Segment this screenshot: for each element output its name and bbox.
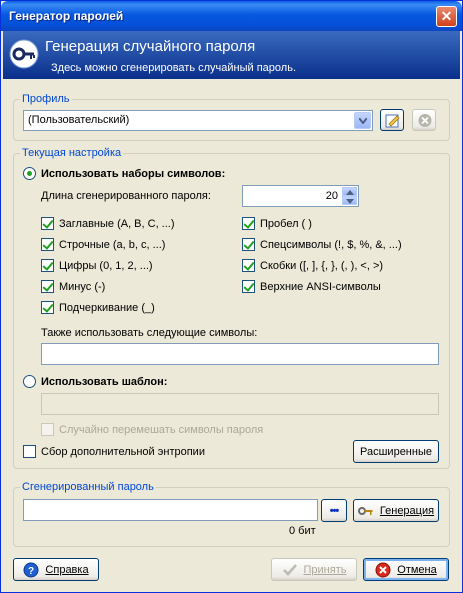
stepper-up-button[interactable] bbox=[342, 187, 357, 196]
generate-button-label: Генерация bbox=[379, 504, 435, 517]
help-button-label: Справка bbox=[45, 563, 89, 576]
checkbox[interactable] bbox=[23, 445, 36, 458]
check-minus[interactable]: Минус (-) bbox=[41, 280, 105, 293]
bits-label: 0 бит bbox=[289, 525, 316, 537]
use-charsets-label: Использовать наборы символов: bbox=[41, 167, 226, 180]
use-pattern-label: Использовать шаблон: bbox=[41, 375, 168, 388]
check-lowercase[interactable]: Строчные (a, b, c, ...) bbox=[41, 238, 165, 251]
svg-text:?: ? bbox=[28, 566, 34, 577]
check-shuffle[interactable]: Случайно перемешать символы пароля bbox=[41, 423, 263, 436]
cancel-icon bbox=[375, 562, 391, 578]
cancel-button-label: Отмена bbox=[397, 563, 437, 576]
space-label: Пробел ( ) bbox=[260, 217, 312, 230]
checkbox[interactable] bbox=[242, 259, 255, 272]
generate-button[interactable]: Генерация bbox=[353, 499, 439, 522]
brackets-label: Скобки ([, ], {, }, (, ), <, >) bbox=[260, 259, 384, 272]
check-space[interactable]: Пробел ( ) bbox=[242, 217, 312, 230]
cancel-button[interactable]: Отмена bbox=[363, 558, 449, 581]
length-label: Длина сгенерированного пароля: bbox=[41, 190, 211, 202]
generated-password-input[interactable] bbox=[23, 499, 318, 521]
checkbox[interactable] bbox=[242, 238, 255, 251]
header-banner: Генерация случайного пароля Здесь можно … bbox=[3, 31, 460, 79]
chevron-down-icon[interactable] bbox=[354, 112, 371, 129]
close-button[interactable]: ✕ bbox=[436, 6, 457, 27]
use-charsets-radio[interactable]: Использовать наборы символов: bbox=[23, 167, 225, 180]
check-entropy[interactable]: Сбор дополнительной энтропии bbox=[23, 445, 205, 458]
help-button[interactable]: ? Справка bbox=[13, 558, 99, 581]
key-icon bbox=[9, 39, 39, 69]
delete-profile-button[interactable] bbox=[412, 109, 436, 131]
checkbox[interactable] bbox=[242, 280, 255, 293]
checkbox[interactable] bbox=[41, 217, 54, 230]
also-use-label: Также использовать следующие символы: bbox=[41, 327, 258, 339]
check-digits[interactable]: Цифры (0, 1, 2, ...) bbox=[41, 259, 153, 272]
radio-unselected[interactable] bbox=[23, 375, 36, 388]
dots-label: ••• bbox=[329, 504, 340, 517]
header-title: Генерация случайного пароля bbox=[45, 38, 256, 55]
password-generator-window: Генератор паролей ✕ Генерация случайного… bbox=[0, 0, 463, 593]
checkbox[interactable] bbox=[41, 238, 54, 251]
profile-legend: Профиль bbox=[22, 93, 70, 105]
shuffle-label: Случайно перемешать символы пароля bbox=[59, 423, 264, 436]
profile-select[interactable]: (Пользовательский) bbox=[23, 110, 373, 131]
pattern-input[interactable] bbox=[41, 393, 439, 415]
digits-label: Цифры (0, 1, 2, ...) bbox=[59, 259, 153, 272]
title-bar[interactable]: Генератор паролей ✕ bbox=[1, 1, 462, 31]
check-uppercase[interactable]: Заглавные (A, B, C, ...) bbox=[41, 217, 175, 230]
entropy-label: Сбор дополнительной энтропии bbox=[41, 445, 205, 458]
checkbox[interactable] bbox=[242, 217, 255, 230]
advanced-button[interactable]: Расширенные bbox=[353, 440, 439, 463]
also-use-input[interactable] bbox=[41, 343, 439, 365]
checkbox[interactable] bbox=[41, 423, 54, 436]
profile-selected-value: (Пользовательский) bbox=[28, 114, 130, 126]
length-value: 20 bbox=[325, 190, 338, 202]
lowercase-label: Строчные (a, b, c, ...) bbox=[59, 238, 166, 251]
window-title: Генератор паролей bbox=[9, 9, 124, 23]
checkbox[interactable] bbox=[41, 259, 54, 272]
check-high-ansi[interactable]: Верхние ANSI-символы bbox=[242, 280, 381, 293]
show-password-button[interactable]: ••• bbox=[321, 499, 347, 522]
stepper-down-button[interactable] bbox=[342, 196, 357, 205]
key-icon bbox=[357, 505, 374, 517]
high-ansi-label: Верхние ANSI-символы bbox=[260, 280, 381, 293]
check-brackets[interactable]: Скобки ([, ], {, }, (, ), <, >) bbox=[242, 259, 383, 272]
help-icon: ? bbox=[23, 562, 39, 578]
header-subtitle: Здесь можно сгенерировать случайный паро… bbox=[51, 62, 296, 74]
minus-label: Минус (-) bbox=[59, 280, 106, 293]
checkbox[interactable] bbox=[41, 280, 54, 293]
advanced-button-label: Расширенные bbox=[360, 445, 432, 458]
checkmark-icon bbox=[282, 563, 298, 577]
settings-legend: Текущая настройка bbox=[22, 147, 122, 159]
special-label: Спецсимволы (!, $, %, &, ...) bbox=[260, 238, 402, 251]
accept-button[interactable]: Принять bbox=[271, 558, 357, 581]
check-special[interactable]: Спецсимволы (!, $, %, &, ...) bbox=[242, 238, 402, 251]
length-stepper[interactable]: 20 bbox=[242, 185, 359, 207]
radio-selected[interactable] bbox=[23, 167, 36, 180]
underscore-label: Подчеркивание (_) bbox=[59, 301, 155, 314]
check-underscore[interactable]: Подчеркивание (_) bbox=[41, 301, 155, 314]
save-profile-button[interactable] bbox=[380, 109, 404, 131]
checkbox[interactable] bbox=[41, 301, 54, 314]
uppercase-label: Заглавные (A, B, C, ...) bbox=[59, 217, 175, 230]
generated-legend: Сгенерированный пароль bbox=[22, 481, 154, 493]
edit-icon bbox=[385, 114, 400, 128]
delete-icon bbox=[418, 114, 432, 127]
use-pattern-radio[interactable]: Использовать шаблон: bbox=[23, 375, 167, 388]
accept-button-label: Принять bbox=[303, 563, 347, 576]
